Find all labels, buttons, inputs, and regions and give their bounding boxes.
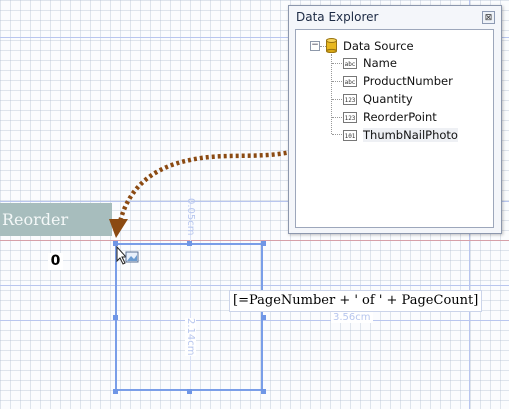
tree-node-label: ProductNumber [363,74,453,88]
tree-node-name[interactable]: abc Name [343,56,397,70]
collapse-icon[interactable]: − [310,41,320,51]
tree-node-productnumber[interactable]: abc ProductNumber [343,74,453,88]
resize-handle[interactable] [187,241,192,246]
resize-handle[interactable] [187,389,192,394]
number-type-icon: 123 [343,93,357,105]
binary-type-icon: 101 [343,129,357,141]
page-number-expression[interactable]: [=PageNumber + ' of ' + PageCount] [229,290,483,312]
tree-connector [332,134,342,135]
tree-node-thumbnailphoto[interactable]: 101 ThumbNailPhoto [343,128,458,142]
resize-handle[interactable] [261,315,266,320]
tree-node-label: Name [363,56,397,70]
tree-node-label: Data Source [343,38,414,53]
tree-connector [332,81,342,82]
band-separator [0,240,509,241]
data-explorer-panel[interactable]: Data Explorer ⊠ − Data Source abc Name a… [288,5,502,234]
tree-connector [332,117,342,118]
resize-handle[interactable] [261,389,266,394]
tree-node-label: ReorderPoint [363,110,437,124]
top-margin-dimension: 0.05cm [185,198,196,236]
drag-image-icon [116,246,139,265]
tree-node-data-source[interactable]: Data Source [326,38,414,53]
tree-connector [331,54,332,134]
height-dimension: 2.14cm [185,318,196,356]
database-icon [326,38,337,53]
close-icon[interactable]: ⊠ [482,11,495,24]
header-cell-text: Reorder [2,210,69,229]
width-dimension: 3.56cm [331,312,373,323]
string-type-icon: abc [343,57,357,69]
tree-node-quantity[interactable]: 123 Quantity [343,92,413,106]
string-type-icon: abc [343,75,357,87]
tree-connector [332,63,342,64]
table-header-cell[interactable]: Reorder [0,203,112,236]
number-type-icon: 123 [343,111,357,123]
tree-connector [332,99,342,100]
panel-title: Data Explorer [296,10,379,24]
reorder-value-cell[interactable]: 0 [48,253,63,270]
resize-handle[interactable] [261,241,266,246]
data-source-tree[interactable]: − Data Source abc Name abc ProductNumber… [295,29,494,228]
resize-handle[interactable] [113,315,118,320]
tree-node-label: ThumbNailPhoto [363,128,458,142]
tree-node-label: Quantity [363,92,413,106]
tree-node-reorderpoint[interactable]: 123 ReorderPoint [343,110,437,124]
resize-handle[interactable] [113,389,118,394]
